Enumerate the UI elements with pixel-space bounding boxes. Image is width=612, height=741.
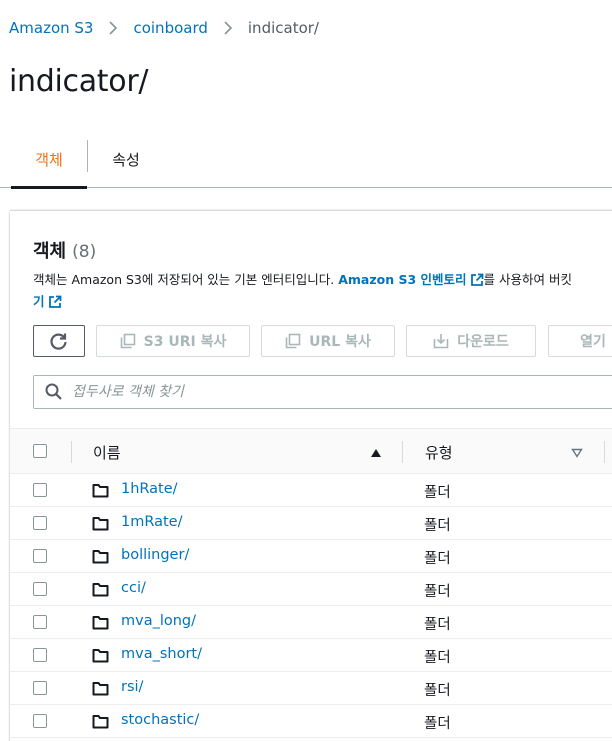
- object-name-link[interactable]: cci/: [121, 580, 146, 596]
- folder-icon: [92, 649, 109, 663]
- object-name-link[interactable]: bollinger/: [121, 547, 189, 563]
- select-all-checkbox[interactable]: [33, 444, 47, 458]
- row-divider: [10, 737, 374, 738]
- object-type: 폴더: [424, 617, 451, 633]
- breadcrumb-link-amazon-s3[interactable]: Amazon S3: [9, 19, 93, 37]
- external-link-icon: [470, 273, 484, 292]
- object-name-link[interactable]: mva_short/: [121, 646, 202, 662]
- search-box: [33, 375, 612, 409]
- row-checkbox[interactable]: [33, 549, 47, 563]
- table-header: 이름 유형: [10, 428, 612, 474]
- object-type: 폴더: [424, 650, 451, 666]
- refresh-button[interactable]: [33, 325, 85, 357]
- folder-icon: [92, 715, 109, 729]
- download-button[interactable]: 다운로드: [406, 325, 536, 357]
- row-checkbox[interactable]: [33, 615, 47, 629]
- copy-url-label: URL 복사: [309, 334, 371, 350]
- description-line2[interactable]: 기: [33, 294, 45, 309]
- object-type: 폴더: [424, 584, 451, 600]
- inventory-link[interactable]: Amazon S3 인벤토리: [338, 272, 466, 287]
- sort-ascending-icon[interactable]: [370, 448, 382, 458]
- chevron-right-icon: [93, 21, 133, 35]
- objects-panel: 객체 (8) 객체는 Amazon S3에 저장되어 있는 기본 엔터티입니다.…: [10, 210, 612, 741]
- description-suffix: 를 사용하여 버킷: [483, 272, 572, 287]
- chevron-right-icon: [208, 21, 248, 35]
- row-checkbox[interactable]: [33, 582, 47, 596]
- table-row[interactable]: 1hRate/폴더: [10, 474, 612, 507]
- objects-heading: 객체 (8): [33, 237, 96, 263]
- folder-icon: [92, 682, 109, 696]
- search-input[interactable]: [72, 384, 592, 400]
- row-divider: [374, 737, 612, 738]
- object-name-link[interactable]: 1hRate/: [121, 481, 178, 497]
- object-type: 폴더: [424, 485, 451, 501]
- objects-description: 객체는 Amazon S3에 저장되어 있는 기본 엔터티입니다. Amazon…: [33, 271, 612, 292]
- column-header-name[interactable]: 이름: [93, 442, 121, 463]
- copy-s3-uri-button[interactable]: S3 URI 복사: [96, 325, 250, 357]
- copy-icon: [120, 333, 135, 349]
- copy-s3-uri-label: S3 URI 복사: [143, 334, 227, 350]
- objects-table: 이름 유형 1hRate/폴더 1mRate/폴더 bollinger/폴더 cci/…: [10, 428, 612, 738]
- table-row[interactable]: bollinger/폴더: [10, 540, 612, 573]
- download-label: 다운로드: [457, 334, 509, 350]
- tab-bar: 객체 속성: [0, 132, 612, 189]
- folder-icon: [92, 484, 109, 498]
- copy-url-button[interactable]: URL 복사: [261, 325, 395, 357]
- table-row[interactable]: stochastic/폴더: [10, 705, 612, 738]
- table-row[interactable]: 1mRate/폴더: [10, 507, 612, 540]
- object-type: 폴더: [424, 551, 451, 567]
- column-header-type[interactable]: 유형: [425, 442, 453, 463]
- column-divider: [402, 441, 403, 463]
- row-checkbox[interactable]: [33, 681, 47, 695]
- object-name-link[interactable]: rsi/: [121, 679, 143, 695]
- column-divider: [604, 441, 605, 463]
- folder-icon: [92, 616, 109, 630]
- description-text: 객체는 Amazon S3에 저장되어 있는 기본 엔터티입니다.: [33, 272, 339, 287]
- breadcrumb: Amazon S3 coinboard indicator/: [9, 17, 319, 39]
- table-row[interactable]: mva_short/폴더: [10, 639, 612, 672]
- table-row[interactable]: rsi/폴더: [10, 672, 612, 705]
- copy-icon: [285, 333, 301, 349]
- open-button[interactable]: 열기: [548, 325, 612, 357]
- object-name-link[interactable]: stochastic/: [121, 712, 199, 728]
- row-checkbox[interactable]: [33, 714, 47, 728]
- external-link-icon: [48, 295, 62, 314]
- open-label: 열기: [580, 334, 606, 350]
- page-title: indicator/: [9, 64, 149, 99]
- tab-properties[interactable]: 속성: [88, 132, 164, 187]
- tab-objects[interactable]: 객체: [11, 132, 87, 189]
- breadcrumb-link-coinboard[interactable]: coinboard: [133, 19, 207, 37]
- table-body: 1hRate/폴더 1mRate/폴더 bollinger/폴더 cci/폴더 mva_…: [10, 474, 612, 738]
- objects-title: 객체: [33, 241, 67, 262]
- search-icon: [45, 383, 62, 400]
- description-link-continued[interactable]: 기: [33, 293, 62, 314]
- table-row[interactable]: mva_long/폴더: [10, 606, 612, 639]
- folder-icon: [92, 517, 109, 531]
- refresh-icon: [50, 333, 67, 350]
- object-type: 폴더: [424, 518, 451, 534]
- object-name-link[interactable]: mva_long/: [121, 613, 196, 629]
- row-checkbox[interactable]: [33, 516, 47, 530]
- breadcrumb-current: indicator/: [247, 19, 319, 37]
- object-type: 폴더: [424, 716, 451, 732]
- row-checkbox[interactable]: [33, 648, 47, 662]
- objects-count: (8): [72, 242, 97, 262]
- folder-icon: [92, 550, 109, 564]
- sort-descending-icon[interactable]: [571, 448, 583, 458]
- table-row[interactable]: cci/폴더: [10, 573, 612, 606]
- folder-icon: [92, 583, 109, 597]
- object-type: 폴더: [424, 683, 451, 699]
- row-checkbox[interactable]: [33, 483, 47, 497]
- download-icon: [433, 334, 449, 349]
- object-name-link[interactable]: 1mRate/: [121, 514, 182, 530]
- column-divider: [71, 441, 72, 463]
